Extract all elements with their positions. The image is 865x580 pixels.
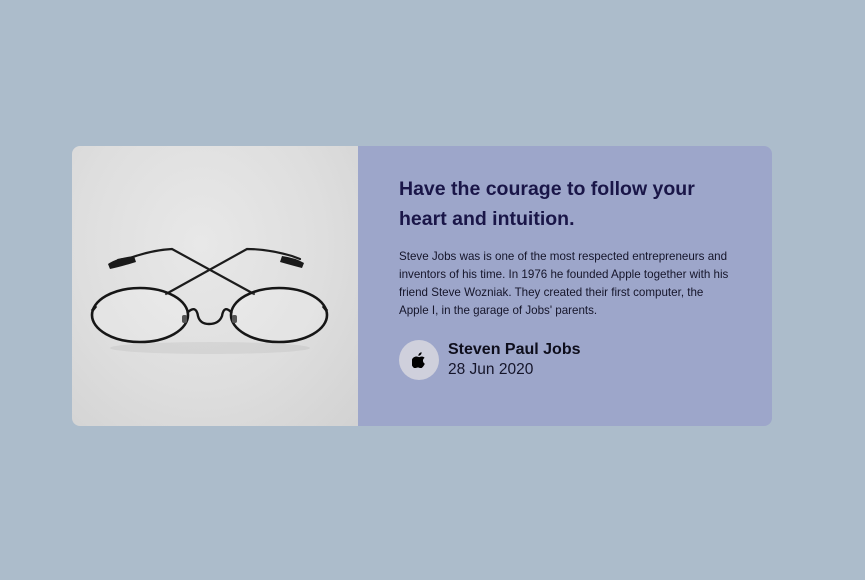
quote-title: Have the courage to follow your heart an… <box>399 178 695 230</box>
eyeglasses-icon <box>90 247 329 354</box>
quote-description: Steve Jobs was is one of the most respec… <box>399 250 729 317</box>
avatar <box>399 340 439 380</box>
author-info: Steven Paul Jobs 28 Jun 2020 <box>448 340 581 380</box>
author-name: Steven Paul Jobs <box>448 341 581 358</box>
author-block: Steven Paul Jobs 28 Jun 2020 <box>399 340 732 380</box>
post-date: 28 Jun 2020 <box>448 361 534 378</box>
quote-content: Have the courage to follow your heart an… <box>358 146 772 426</box>
eyeglasses-image <box>72 146 358 426</box>
apple-logo-icon <box>412 352 425 368</box>
quote-card: Have the courage to follow your heart an… <box>72 146 772 426</box>
